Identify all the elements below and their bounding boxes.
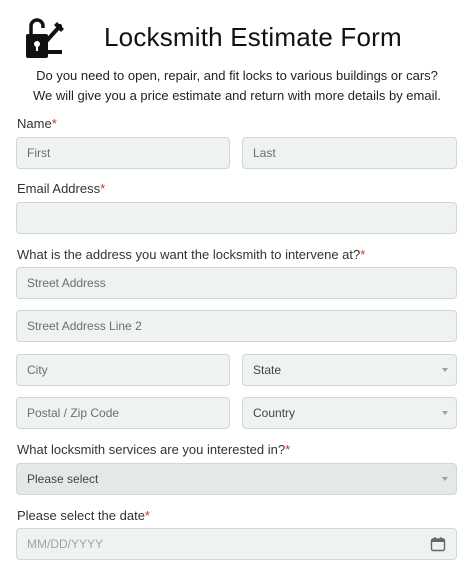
email-input[interactable] — [16, 202, 457, 234]
street-address-input[interactable]: Street Address — [16, 267, 457, 299]
date-label: Please select the date* — [17, 508, 150, 523]
address-label: What is the address you want the locksmi… — [17, 247, 366, 262]
country-select[interactable]: Country — [242, 397, 457, 429]
name-label: Name* — [17, 116, 57, 131]
required-mark: * — [285, 442, 291, 457]
form-description: We will give you a price estimate and re… — [33, 88, 441, 103]
city-input[interactable]: City — [16, 354, 230, 386]
chevron-down-icon — [442, 411, 448, 415]
form-header: Locksmith Estimate Form Do you need to o… — [0, 0, 474, 110]
first-name-input[interactable]: First — [16, 137, 230, 169]
date-input[interactable]: MM/DD/YYYY — [16, 528, 457, 560]
required-mark: * — [51, 116, 57, 131]
street-address-line2-input[interactable]: Street Address Line 2 — [16, 310, 457, 342]
chevron-down-icon — [442, 368, 448, 372]
required-mark: * — [360, 247, 366, 262]
calendar-icon[interactable] — [430, 536, 446, 552]
form-description: Do you need to open, repair, and fit loc… — [36, 68, 438, 83]
required-mark: * — [144, 508, 150, 523]
required-mark: * — [100, 181, 106, 196]
last-name-input[interactable]: Last — [242, 137, 457, 169]
services-label: What locksmith services are you interest… — [17, 442, 291, 457]
email-label: Email Address* — [17, 181, 106, 196]
services-select[interactable]: Please select — [16, 463, 457, 495]
page-title: Locksmith Estimate Form — [104, 22, 402, 52]
chevron-down-icon — [442, 477, 448, 481]
padlock-key-logo — [26, 18, 64, 58]
state-select[interactable]: State — [242, 354, 457, 386]
zip-code-input[interactable]: Postal / Zip Code — [16, 397, 230, 429]
